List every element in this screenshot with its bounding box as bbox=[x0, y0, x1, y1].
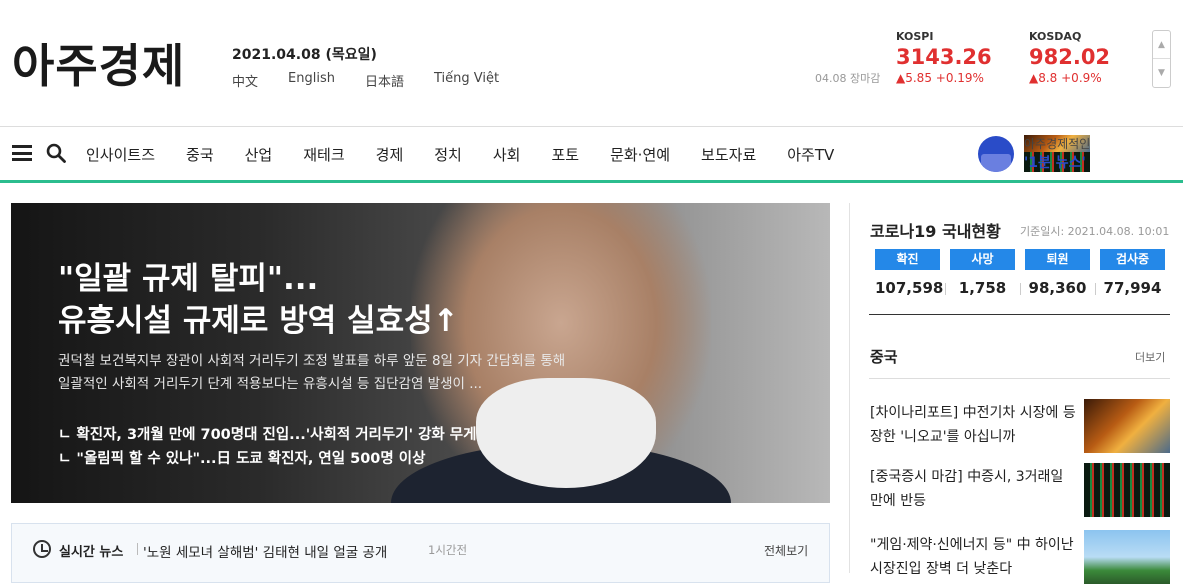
scroll-down-icon[interactable]: ▼ bbox=[1153, 59, 1170, 87]
header-divider bbox=[0, 126, 1183, 127]
lang-chinese-link[interactable]: 中文 bbox=[232, 71, 258, 90]
view-all-link[interactable]: 전체보기 bbox=[764, 542, 808, 559]
one-minute-news-icon bbox=[978, 135, 1014, 172]
hero-description: 권덕철 보건복지부 장관이 사회적 거리두기 조정 발표를 하루 앞둔 8일 기… bbox=[58, 353, 566, 392]
lang-vietnamese-link[interactable]: Tiếng Việt bbox=[434, 71, 499, 90]
covid-stat-value: 77,994 bbox=[1103, 279, 1162, 297]
hero-headline-line2: 유흥시설 규제로 방역 실효성↑ bbox=[58, 303, 459, 339]
market-close-time: 04.08 장마감 bbox=[815, 72, 881, 85]
kosdaq-value: 982.02 bbox=[1029, 45, 1111, 69]
more-link[interactable]: 더보기 bbox=[1135, 349, 1165, 365]
related-article-2[interactable]: ㄴ "올림픽 할 수 있나"...日 도쿄 확진자, 연일 500명 이상 bbox=[58, 447, 425, 468]
kospi-index[interactable]: KOSPI 3143.26 ▲5.85 +0.19% bbox=[896, 30, 992, 85]
covid-stat-label: 확진 bbox=[875, 249, 940, 270]
realtime-headline[interactable]: '노원 세모녀 살해범' 김태현 내일 얼굴 공개 bbox=[143, 541, 387, 561]
covid-date: 기준일시: 2021.04.08. 10:01 bbox=[1020, 225, 1170, 238]
kospi-change: ▲5.85 +0.19% bbox=[896, 71, 984, 85]
one-minute-news-link[interactable]: 아주경제적인 '1분 뉴스' bbox=[978, 135, 1091, 172]
covid-stat-testing: 검사중 77,994 bbox=[1100, 249, 1165, 297]
lang-japanese-link[interactable]: 日本語 bbox=[365, 71, 404, 90]
related-article-1[interactable]: ㄴ 확진자, 3개월 만에 700명대 진입...'사회적 거리두기' 강화 무… bbox=[58, 423, 476, 444]
covid-stat-released: 퇴원 98,360 bbox=[1025, 249, 1090, 297]
realtime-separator bbox=[137, 543, 138, 555]
nav-press[interactable]: 보도자료 bbox=[701, 144, 756, 165]
site-logo[interactable]: 아주경제 bbox=[12, 38, 185, 94]
menu-icon[interactable] bbox=[12, 145, 32, 161]
china-news-thumbnail[interactable] bbox=[1084, 399, 1170, 453]
one-minute-news-title: '1분 뉴스' bbox=[1024, 152, 1091, 172]
kospi-value: 3143.26 bbox=[896, 45, 992, 69]
china-news-3[interactable]: "게임·제약·신에너지 등" 中 하이난 시장진입 장벽 더 낮춘다 bbox=[870, 533, 1080, 581]
covid-stat-value: 107,598 bbox=[875, 279, 944, 297]
covid-stat-value: 98,360 bbox=[1028, 279, 1087, 297]
language-links: 中文 English 日本語 Tiếng Việt bbox=[232, 71, 529, 90]
nav-industry[interactable]: 산업 bbox=[245, 144, 273, 165]
main-nav: 인사이트즈 중국 산업 재테크 경제 정치 사회 포토 문화·연예 보도자료 아… bbox=[86, 144, 865, 165]
nav-culture[interactable]: 문화·연예 bbox=[610, 144, 670, 165]
scroll-up-icon[interactable]: ▲ bbox=[1153, 31, 1170, 59]
clock-icon bbox=[33, 540, 51, 558]
nav-politics[interactable]: 정치 bbox=[434, 144, 462, 165]
kosdaq-label: KOSDAQ bbox=[1029, 30, 1082, 43]
china-section-title[interactable]: 중국 bbox=[870, 346, 898, 367]
kosdaq-change: ▲8.8 +0.9% bbox=[1029, 71, 1102, 85]
covid-divider bbox=[869, 314, 1170, 315]
hero-article[interactable]: "일괄 규제 탈피"... 유흥시설 규제로 방역 실효성↑ 권덕철 보건복지부… bbox=[11, 203, 830, 503]
china-news-2[interactable]: [중국증시 마감] 中증시, 3거래일 만에 반등 bbox=[870, 465, 1080, 513]
nav-photo[interactable]: 포토 bbox=[551, 144, 579, 165]
kosdaq-index[interactable]: KOSDAQ 982.02 ▲8.8 +0.9% bbox=[1029, 30, 1110, 85]
nav-insights[interactable]: 인사이트즈 bbox=[86, 144, 155, 165]
covid-stat-value: 1,758 bbox=[958, 279, 1007, 297]
kospi-label: KOSPI bbox=[896, 30, 934, 43]
current-date: 2021.04.08 (목요일) bbox=[232, 47, 377, 63]
stat-separator bbox=[1095, 283, 1096, 295]
china-divider bbox=[869, 378, 1170, 379]
nav-underline bbox=[0, 180, 1183, 183]
nav-china[interactable]: 중국 bbox=[186, 144, 214, 165]
covid-stat-deaths: 사망 1,758 bbox=[950, 249, 1015, 297]
china-news-thumbnail[interactable] bbox=[1084, 463, 1170, 517]
nav-economy[interactable]: 경제 bbox=[376, 144, 404, 165]
realtime-time: 1시간전 bbox=[428, 543, 468, 557]
index-scroll-buttons: ▲ ▼ bbox=[1152, 30, 1171, 88]
covid-stat-label: 퇴원 bbox=[1025, 249, 1090, 270]
stat-separator bbox=[945, 283, 946, 295]
covid-stats: 확진 107,598 사망 1,758 퇴원 98,360 검사중 77,994 bbox=[875, 249, 1175, 297]
one-minute-news-label: 아주경제적인 bbox=[1024, 135, 1091, 152]
stat-separator bbox=[1020, 283, 1021, 295]
realtime-news-bar: 실시간 뉴스 '노원 세모녀 살해범' 김태현 내일 얼굴 공개 1시간전 전체… bbox=[11, 523, 830, 583]
hero-headline-line1: "일괄 규제 탈피"... bbox=[58, 261, 319, 297]
column-divider bbox=[849, 203, 850, 573]
covid-stat-confirmed: 확진 107,598 bbox=[875, 249, 944, 297]
china-news-thumbnail[interactable] bbox=[1084, 530, 1170, 584]
lang-english-link[interactable]: English bbox=[288, 71, 335, 90]
realtime-label: 실시간 뉴스 bbox=[59, 545, 124, 560]
covid-stat-label: 검사중 bbox=[1100, 249, 1165, 270]
search-icon[interactable] bbox=[46, 143, 66, 163]
nav-finance[interactable]: 재테크 bbox=[303, 144, 344, 165]
nav-society[interactable]: 사회 bbox=[493, 144, 521, 165]
covid-stat-label: 사망 bbox=[950, 249, 1015, 270]
hero-headline[interactable]: "일괄 규제 탈피"... 유흥시설 규제로 방역 실효성↑ bbox=[58, 258, 459, 342]
china-news-1[interactable]: [차이나리포트] 中전기차 시장에 등장한 '니오교'를 아십니까 bbox=[870, 401, 1080, 449]
covid-title: 코로나19 국내현황 bbox=[870, 222, 1001, 241]
nav-ajutv[interactable]: 아주TV bbox=[787, 144, 834, 165]
